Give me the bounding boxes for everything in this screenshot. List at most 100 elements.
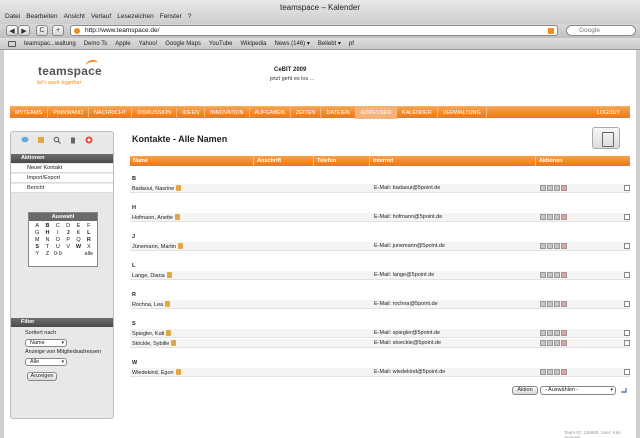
delete-icon[interactable] — [561, 301, 567, 307]
vcard-icon[interactable] — [176, 185, 182, 191]
bookmark-item[interactable]: Beliebt ▾ — [318, 40, 341, 47]
menu-ansicht[interactable]: Ansicht — [64, 13, 85, 20]
forward-button[interactable]: ▶ — [18, 25, 30, 36]
bookmark-item[interactable]: Yahoo! — [139, 41, 158, 47]
edit-icon[interactable] — [547, 369, 553, 375]
copy-icon[interactable] — [554, 272, 560, 278]
vcard-icon[interactable] — [166, 272, 172, 278]
alphabet-letter[interactable]: M — [32, 237, 42, 243]
bookmark-item[interactable]: Demo Ts — [84, 41, 108, 47]
bookmark-item[interactable]: YouTube — [209, 41, 233, 47]
bookmark-item[interactable]: News (146) ▾ — [275, 40, 310, 47]
menu-help[interactable]: ? — [188, 13, 192, 20]
row-checkbox[interactable] — [624, 185, 630, 191]
rss-icon[interactable] — [548, 28, 554, 34]
event-link[interactable]: jetzt geht es los ... — [270, 76, 314, 82]
vcard-icon[interactable] — [178, 243, 184, 249]
edit-icon[interactable] — [547, 340, 553, 346]
delete-icon[interactable] — [561, 330, 567, 336]
help-icon[interactable] — [85, 136, 93, 144]
view-icon[interactable] — [540, 185, 546, 191]
contact-email[interactable]: E-Mail: badaoui@5point.de — [374, 185, 440, 191]
contacts-icon[interactable] — [37, 136, 45, 144]
alphabet-letter[interactable]: C — [53, 223, 63, 229]
contact-email[interactable]: E-Mail: stoeckle@5point.de — [374, 340, 441, 346]
view-icon[interactable] — [540, 214, 546, 220]
nav-diskussion[interactable]: DISKUSSION — [132, 106, 178, 119]
alphabet-letter[interactable]: B — [42, 223, 52, 229]
column-address[interactable]: Anschrift — [254, 156, 314, 166]
alphabet-letter[interactable]: P — [63, 237, 73, 243]
delete-icon[interactable] — [561, 272, 567, 278]
nav-zeiten[interactable]: ZEITEN — [291, 106, 322, 119]
contact-email[interactable]: E-Mail: spiegler@5point.de — [374, 330, 440, 336]
alphabet-letter[interactable]: K — [73, 230, 83, 236]
nav-ideen[interactable]: IDEEN — [177, 106, 206, 119]
search-field[interactable]: Google — [566, 25, 636, 36]
alphabet-letter[interactable]: G — [32, 230, 42, 236]
contact-name-text[interactable]: Spiegler, Kati — [132, 331, 164, 337]
bookmark-item[interactable]: pf — [349, 41, 354, 47]
contact-email[interactable]: E-Mail: wiedekind@5point.de — [374, 369, 445, 375]
alphabet-letter[interactable]: E — [73, 223, 83, 229]
view-icon[interactable] — [540, 340, 546, 346]
search-icon[interactable] — [53, 136, 61, 144]
vcard-icon[interactable] — [165, 301, 171, 307]
contact-email[interactable]: E-Mail: junemann@5point.de — [374, 243, 445, 249]
address-book-icon[interactable] — [592, 127, 620, 149]
vcard-icon[interactable] — [166, 330, 172, 336]
row-checkbox[interactable] — [624, 301, 630, 307]
nav-adressen[interactable]: ADRESSEN — [355, 106, 398, 119]
vcard-icon[interactable] — [174, 214, 180, 220]
edit-icon[interactable] — [547, 243, 553, 249]
copy-icon[interactable] — [554, 330, 560, 336]
contact-name[interactable]: Jünemann, Martin — [132, 243, 184, 250]
alphabet-letter[interactable]: S — [32, 244, 42, 250]
view-icon[interactable] — [540, 369, 546, 375]
contact-name[interactable]: Rochna, Lea — [132, 301, 171, 308]
copy-icon[interactable] — [554, 214, 560, 220]
edit-icon[interactable] — [547, 185, 553, 191]
contact-name[interactable]: Lange, Diana — [132, 272, 172, 279]
alphabet-letter[interactable]: N — [42, 237, 52, 243]
url-field[interactable]: http://www.teamspace.de/ — [70, 25, 558, 36]
delete-icon[interactable] — [561, 214, 567, 220]
chat-icon[interactable] — [21, 136, 29, 144]
view-icon[interactable] — [540, 330, 546, 336]
alphabet-letter[interactable]: O — [53, 237, 63, 243]
row-checkbox[interactable] — [624, 369, 630, 375]
copy-icon[interactable] — [554, 369, 560, 375]
teamspace-logo[interactable]: teamspace — [38, 64, 102, 78]
alphabet-letter[interactable]: W — [73, 244, 83, 250]
nav-innovation[interactable]: INNOVATION — [205, 106, 250, 119]
contact-name-text[interactable]: Lange, Diana — [132, 273, 165, 279]
edit-icon[interactable] — [547, 272, 553, 278]
contact-name-text[interactable]: Wiedekind, Egon — [132, 370, 174, 376]
menu-datei[interactable]: Datei — [5, 13, 20, 20]
contact-name[interactable]: Badaoui, Nasrine — [132, 185, 182, 192]
row-checkbox[interactable] — [624, 272, 630, 278]
copy-icon[interactable] — [554, 301, 560, 307]
bookmark-item[interactable]: Apple — [115, 41, 130, 47]
contact-name[interactable]: Stöckle, Sybille — [132, 340, 177, 347]
member-filter-select[interactable]: Alle — [25, 358, 67, 366]
trash-icon[interactable] — [69, 136, 77, 144]
nav-nachricht[interactable]: NACHRICHT — [89, 106, 133, 119]
contact-name-text[interactable]: Rochna, Lea — [132, 302, 163, 308]
nav-myteams[interactable]: MYTEAMS — [10, 106, 49, 119]
delete-icon[interactable] — [561, 185, 567, 191]
contact-name[interactable]: Wiedekind, Egon — [132, 369, 181, 376]
column-phone[interactable]: Telefon — [314, 156, 370, 166]
contact-name-text[interactable]: Jünemann, Martin — [132, 244, 176, 250]
alphabet-letter[interactable]: V — [63, 244, 73, 250]
alphabet-letter[interactable]: Q — [73, 237, 83, 243]
submit-arrow-icon[interactable] — [620, 386, 628, 394]
contact-name[interactable]: Spiegler, Kati — [132, 330, 172, 337]
contact-email[interactable]: E-Mail: lange@5point.de — [374, 272, 434, 278]
nav-aufgaben[interactable]: AUFGABEN — [250, 106, 291, 119]
delete-icon[interactable] — [561, 369, 567, 375]
menu-verlauf[interactable]: Verlauf — [91, 13, 111, 20]
alphabet-letter[interactable]: Y — [32, 251, 42, 257]
row-checkbox[interactable] — [624, 330, 630, 336]
bookmarks-book-icon[interactable] — [8, 40, 16, 47]
